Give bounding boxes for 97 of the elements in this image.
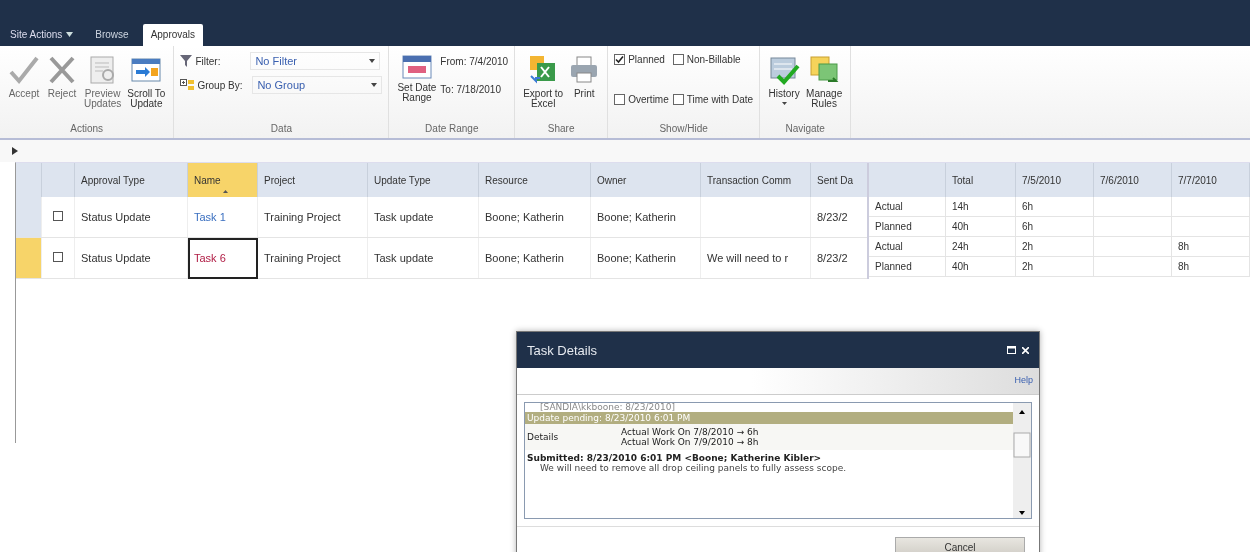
table-cell: 2h (1015, 256, 1094, 277)
caret-icon (66, 32, 74, 37)
check-icon (8, 54, 40, 86)
group-by-icon (180, 79, 195, 91)
column-header[interactable]: Transaction Comm (700, 163, 811, 197)
cancel-button[interactable]: Cancel (895, 537, 1025, 552)
column-header[interactable]: Resource (478, 163, 591, 197)
maximize-icon[interactable] (1007, 346, 1016, 354)
column-header[interactable]: Update Type (367, 163, 479, 197)
table-cell: Status Update (74, 197, 188, 238)
row-label: Actual (869, 236, 946, 257)
row-checkbox[interactable] (53, 252, 63, 262)
table-cell: 8/23/2 (810, 197, 868, 238)
group-title: Show/Hide (658, 122, 709, 136)
table-cell: 8h (1171, 256, 1250, 277)
table-cell: 6h (1015, 197, 1094, 217)
table-cell: 6h (1015, 216, 1094, 237)
table-cell: Training Project (257, 197, 368, 238)
details-label: Details (527, 432, 560, 442)
close-icon[interactable] (1022, 346, 1029, 354)
group-title: Actions (69, 122, 105, 136)
to-date: To: 7/18/2010 (440, 84, 502, 95)
row-checkbox[interactable] (53, 211, 63, 221)
column-header[interactable]: Sent Da (810, 163, 868, 197)
detail-line: Actual Work On 7/8/2010 → 6h (621, 427, 759, 437)
table-cell: Boone; Katherin (590, 197, 701, 238)
column-header: 7/7/2010 (1171, 163, 1250, 197)
checkbox-icon (614, 94, 626, 105)
column-header: Total (945, 163, 1016, 197)
dialog-title: Task Details (527, 342, 598, 358)
table-cell: Boone; Katherin (478, 237, 591, 279)
group-title: Navigate (784, 122, 826, 136)
calendar-icon (401, 54, 432, 80)
option-checkbox[interactable]: Time with Date (672, 94, 754, 105)
scrollbar[interactable] (1013, 403, 1031, 518)
printer-icon (569, 54, 600, 86)
ribbon-button[interactable]: Manage Rules (804, 50, 845, 113)
ribbon-button[interactable]: Print (567, 50, 602, 103)
table-cell: 24h (945, 236, 1016, 257)
table-cell: 8h (1171, 236, 1250, 257)
sort-arrow-icon (222, 190, 228, 193)
task-link[interactable]: Task 6 (187, 237, 258, 279)
checkbox-icon (672, 94, 684, 105)
history-entry: [SANDIA\kkboone: 8/23/2010] (539, 403, 676, 412)
ribbon-button[interactable]: History (766, 50, 803, 109)
checkbox-icon (614, 54, 626, 65)
option-checkbox[interactable]: Overtime (614, 94, 669, 105)
caret-icon (371, 83, 378, 87)
checkbox-icon (672, 54, 684, 65)
table-cell: Status Update (74, 237, 188, 279)
from-date: From: 7/4/2010 (440, 56, 509, 67)
row-label: Actual (869, 197, 946, 217)
table-cell: Boone; Katherin (478, 197, 591, 238)
group-by-dropdown[interactable]: No Group (252, 76, 383, 94)
row-label: Planned (869, 256, 946, 277)
table-cell: 14h (945, 197, 1016, 217)
pending-update-header: Update pending: 8/23/2010 6:01 PM (525, 412, 1013, 424)
site-actions-menu[interactable]: Site Actions (10, 29, 82, 46)
group-by-label: Group By: (197, 79, 244, 91)
set-date-range-button[interactable]: Set Date Range (395, 50, 439, 107)
checked-list-icon (768, 54, 801, 86)
table-cell: 40h (945, 256, 1016, 277)
ribbon-tab[interactable]: Browse (87, 24, 137, 46)
caret-icon (369, 59, 376, 63)
filter-icon (180, 55, 193, 67)
table-cell: Task update (367, 237, 479, 279)
table-cell: 2h (1015, 236, 1094, 257)
column-header: 7/5/2010 (1015, 163, 1094, 197)
column-header[interactable]: Name (187, 163, 258, 197)
table-cell: Task update (367, 197, 479, 238)
comment-text: We will need to remove all drop ceiling panels to fully assess scope. (539, 463, 848, 473)
table-cell: We will need to r (700, 237, 811, 279)
column-header: 7/6/2010 (1093, 163, 1172, 197)
expand-arrow-icon[interactable] (12, 147, 18, 155)
ribbon-button[interactable]: Export to Excel (521, 50, 566, 113)
option-checkbox[interactable]: Planned (614, 54, 669, 65)
group-title: Data (269, 122, 293, 136)
table-cell: 8/23/2 (810, 237, 868, 279)
caret-icon (781, 102, 787, 105)
group-title: Date Range (424, 122, 480, 136)
group-title: Share (546, 122, 576, 136)
row-label: Planned (869, 216, 946, 237)
ribbon-button[interactable]: Scroll To Update (125, 50, 168, 113)
filter-label: Filter: (195, 55, 222, 67)
column-header[interactable]: Owner (590, 163, 701, 197)
table-cell: 40h (945, 216, 1016, 237)
help-link[interactable]: Help (1014, 375, 1033, 385)
option-checkbox[interactable]: Non-Billable (672, 54, 754, 65)
task-link[interactable]: Task 1 (187, 197, 258, 238)
ribbon-tab[interactable]: Approvals (142, 24, 204, 46)
column-header[interactable]: Approval Type (74, 163, 188, 197)
table-cell: Training Project (257, 237, 368, 279)
column-header[interactable]: Project (257, 163, 368, 197)
submitted-line: Submitted: 8/23/2010 6:01 PM <Boone; Katherine Kibler> (526, 452, 823, 463)
detail-line: Actual Work On 7/9/2010 → 8h (621, 437, 759, 447)
filter-dropdown[interactable]: No Filter (250, 52, 381, 70)
table-cell: Boone; Katherin (590, 237, 701, 279)
